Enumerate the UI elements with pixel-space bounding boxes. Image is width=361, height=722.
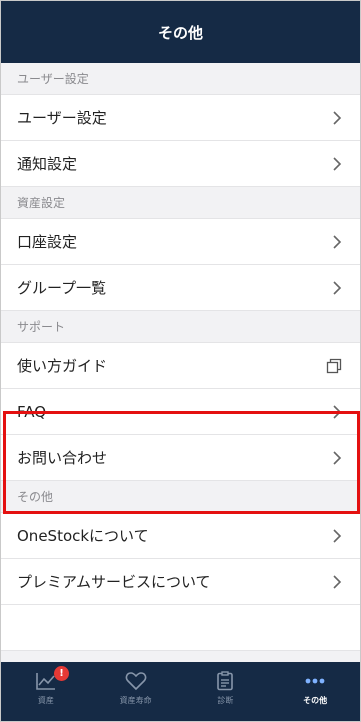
- section-header-user-settings: ユーザー設定: [1, 63, 360, 95]
- copy-icon: [326, 358, 342, 373]
- chevron-right-icon: [333, 234, 342, 249]
- row-partially-hidden[interactable]: [1, 605, 360, 651]
- chevron-right-icon: [333, 280, 342, 295]
- row-contact[interactable]: お問い合わせ: [1, 435, 360, 481]
- clipboard-icon: [217, 671, 234, 691]
- row-label: ユーザー設定: [17, 109, 107, 127]
- row-label: 通知設定: [17, 155, 78, 173]
- tab-assets[interactable]: ! 資産: [1, 662, 91, 721]
- more-dots-icon: [305, 678, 325, 684]
- heart-icon: [125, 672, 146, 691]
- tab-label: 資産寿命: [119, 696, 152, 705]
- tab-label: 資産: [37, 696, 54, 705]
- notification-badge: !: [54, 666, 69, 681]
- section-header-asset-settings: 資産設定: [1, 187, 360, 219]
- row-group-list[interactable]: グループ一覧: [1, 265, 360, 311]
- app-frame: その他 ユーザー設定 ユーザー設定 通知設定 資産設定 口座設定 グループ一覧 …: [0, 0, 361, 722]
- tab-diagnosis[interactable]: 診断: [181, 662, 271, 721]
- row-label: OneStockについて: [17, 527, 149, 545]
- chevron-right-icon: [333, 528, 342, 543]
- tab-other[interactable]: その他: [270, 662, 360, 721]
- row-label: 使い方ガイド: [17, 357, 108, 375]
- row-notification-settings[interactable]: 通知設定: [1, 141, 360, 187]
- tab-bar: ! 資産 資産寿命 診断 その他: [1, 662, 360, 721]
- row-faq[interactable]: FAQ: [1, 389, 360, 435]
- section-header-other: その他: [1, 481, 360, 513]
- header-bar: その他: [1, 1, 360, 63]
- page-title: その他: [157, 23, 203, 42]
- row-label: グループ一覧: [17, 279, 107, 297]
- chevron-right-icon: [333, 156, 342, 171]
- row-user-settings[interactable]: ユーザー設定: [1, 95, 360, 141]
- chevron-right-icon: [333, 574, 342, 589]
- section-header-support: サポート: [1, 311, 360, 343]
- chevron-right-icon: [333, 450, 342, 465]
- row-label: プレミアムサービスについて: [17, 573, 211, 591]
- chevron-right-icon: [333, 404, 342, 419]
- row-about-premium[interactable]: プレミアムサービスについて: [1, 559, 360, 605]
- row-label: お問い合わせ: [17, 449, 108, 467]
- tab-asset-lifespan[interactable]: 資産寿命: [91, 662, 181, 721]
- row-label: 口座設定: [17, 233, 78, 251]
- row-about-onestock[interactable]: OneStockについて: [1, 513, 360, 559]
- settings-list: ユーザー設定 ユーザー設定 通知設定 資産設定 口座設定 グループ一覧 サポート…: [1, 63, 360, 651]
- row-usage-guide[interactable]: 使い方ガイド: [1, 343, 360, 389]
- row-account-settings[interactable]: 口座設定: [1, 219, 360, 265]
- row-label: FAQ: [17, 402, 47, 421]
- tab-label: 診断: [217, 696, 234, 705]
- tab-label: その他: [303, 696, 328, 705]
- chevron-right-icon: [333, 110, 342, 125]
